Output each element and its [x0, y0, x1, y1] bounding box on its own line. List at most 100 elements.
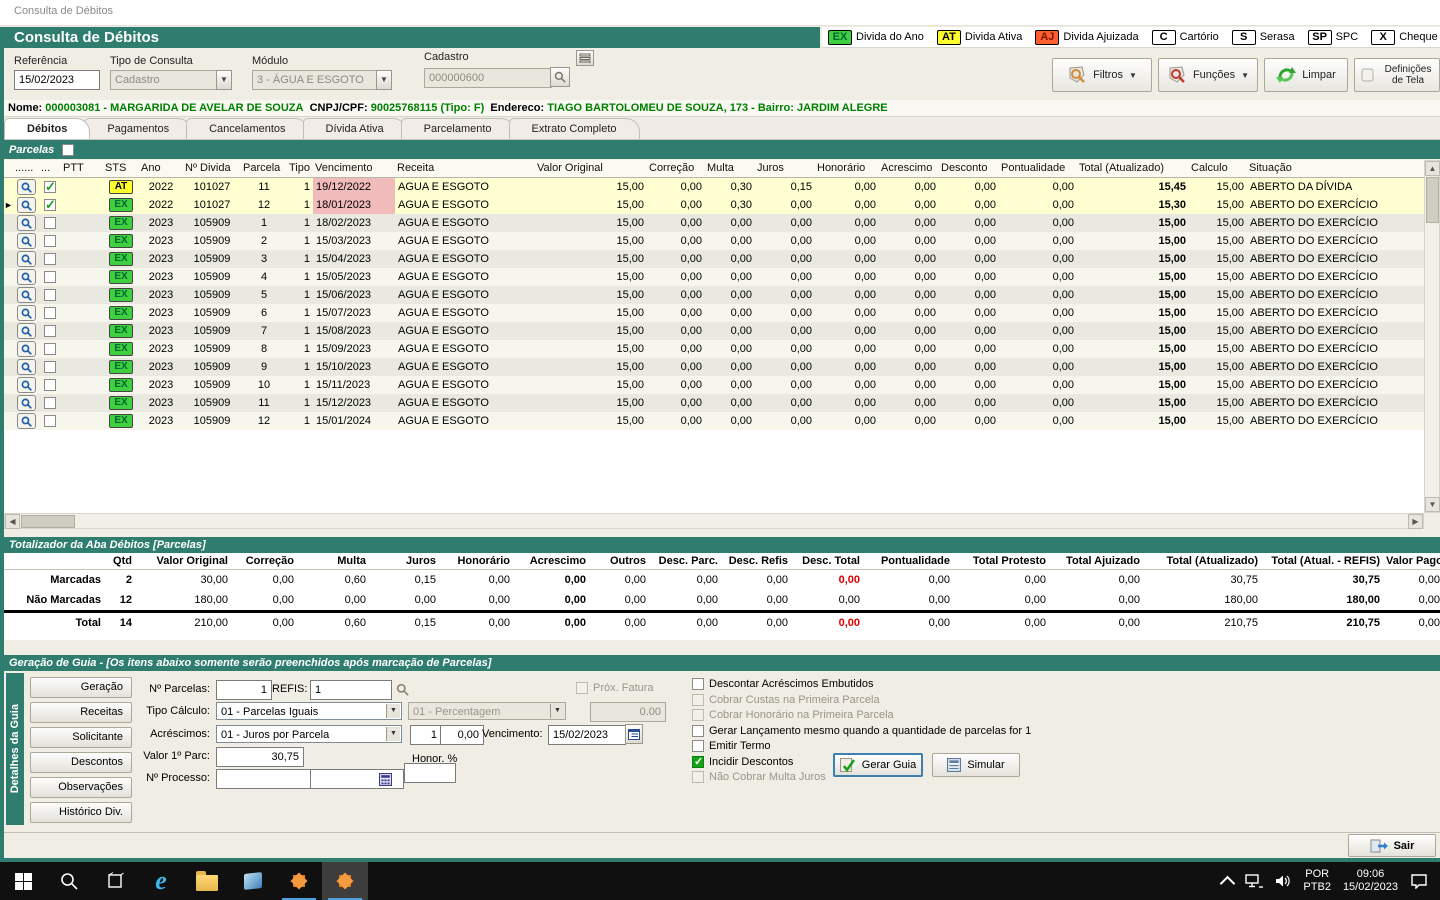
table-row[interactable]: AT202210102711119/12/2022AGUA E ESGOTO15… — [4, 178, 1424, 196]
row-magnifier-icon[interactable] — [13, 376, 39, 394]
row-checkbox-cell[interactable] — [39, 340, 61, 358]
column-header-ano[interactable]: Ano — [139, 160, 183, 177]
row-checkbox-cell[interactable] — [39, 304, 61, 322]
guia-check-4[interactable]: Emitir Termo — [692, 740, 771, 752]
row-checkbox[interactable] — [44, 415, 56, 427]
row-checkbox[interactable] — [44, 397, 56, 409]
valor-parc-input[interactable]: 30,75 — [216, 747, 304, 767]
row-magnifier-icon[interactable] — [13, 214, 39, 232]
row-checkbox[interactable] — [44, 379, 56, 391]
row-checkbox-cell[interactable] — [39, 376, 61, 394]
referencia-input[interactable]: 15/02/2023 — [14, 70, 100, 90]
tab-4[interactable]: Parcelamento — [400, 118, 515, 139]
table-row[interactable]: EX 2023 105909 9 1 15/10/2023 AGUA E ESGOTO 15,… — [4, 358, 1424, 376]
horizontal-scroll-thumb[interactable] — [21, 515, 75, 528]
row-checkbox-cell[interactable] — [39, 196, 61, 214]
column-header-corr[interactable]: Correção — [647, 160, 705, 177]
scroll-left-icon[interactable]: ◀ — [5, 514, 20, 529]
column-header-acresc[interactable]: Acrescimo — [879, 160, 939, 177]
row-checkbox-cell[interactable] — [39, 232, 61, 250]
column-header-sts[interactable]: STS — [103, 160, 139, 177]
row-magnifier-icon[interactable] — [13, 394, 39, 412]
checkbox[interactable] — [692, 755, 704, 768]
app-blue-button[interactable] — [230, 862, 276, 900]
table-row[interactable]: ► EX 2022 101027 12 118/01/2023AGUA E ESGOTO 1… — [4, 196, 1424, 214]
column-header-venc[interactable]: Vencimento — [313, 160, 395, 177]
row-magnifier-icon[interactable] — [13, 340, 39, 358]
row-magnifier-icon[interactable] — [13, 196, 39, 214]
row-magnifier-icon[interactable] — [13, 232, 39, 250]
row-checkbox-cell[interactable] — [39, 178, 61, 196]
tray-chevron-up-icon[interactable] — [1220, 875, 1236, 891]
limpar-button[interactable]: Limpar — [1264, 58, 1348, 92]
start-button[interactable] — [0, 862, 46, 900]
row-checkbox-cell[interactable] — [39, 286, 61, 304]
tab-5[interactable]: Extrato Completo — [508, 118, 640, 139]
n-parcelas-input[interactable]: 1 — [216, 680, 272, 700]
row-checkbox[interactable] — [44, 253, 56, 265]
row-checkbox-cell[interactable] — [39, 358, 61, 376]
table-row[interactable]: EX 2023 105909 6 1 15/07/2023 AGUA E ESGOTO 15,… — [4, 304, 1424, 322]
row-checkbox[interactable] — [44, 179, 56, 195]
table-row[interactable]: EX 2023 105909 5 1 15/06/2023 AGUA E ESGOTO 15,… — [4, 286, 1424, 304]
parcelas-select-all-checkbox[interactable] — [62, 143, 75, 156]
row-checkbox[interactable] — [44, 217, 56, 229]
vertical-scrollbar[interactable]: ▲ ▼ — [1424, 160, 1440, 513]
table-row[interactable]: EX 2023 105909 11 1 15/12/2023 AGUA E ESGOTO 15… — [4, 394, 1424, 412]
checkbox[interactable] — [692, 678, 704, 690]
row-magnifier-icon[interactable] — [13, 304, 39, 322]
table-row[interactable]: EX 2023 105909 7 1 15/08/2023 AGUA E ESGOTO 15,… — [4, 322, 1424, 340]
guia-nav-2[interactable]: Solicitante — [30, 727, 132, 748]
simular-button[interactable]: Simular — [932, 753, 1020, 777]
row-checkbox[interactable] — [44, 307, 56, 319]
guia-check-5[interactable]: Incidir Descontos — [692, 755, 793, 768]
internet-explorer-button[interactable]: e — [138, 862, 184, 900]
column-header-chk[interactable]: ... — [39, 160, 61, 177]
row-magnifier-icon[interactable] — [13, 250, 39, 268]
guia-check-0[interactable]: Descontar Acréscimos Embutidos — [692, 678, 873, 690]
column-header-total[interactable]: Total (Atualizado) — [1077, 160, 1189, 177]
table-row[interactable]: EX 2023 105909 3 1 15/04/2023 AGUA E ESGOTO 15,… — [4, 250, 1424, 268]
checkbox[interactable] — [692, 740, 704, 752]
row-magnifier-icon[interactable] — [13, 412, 39, 430]
table-row[interactable]: EX 2023 105909 1 1 18/02/2023 AGUA E ESGOTO 15,… — [4, 214, 1424, 232]
tray-language[interactable]: POR PTB2 — [1303, 868, 1331, 894]
column-header-mag[interactable]: ...... — [13, 160, 39, 177]
sair-button[interactable]: Sair — [1348, 834, 1436, 857]
cadastro-search-button[interactable] — [550, 67, 570, 87]
guia-nav-1[interactable]: Receitas — [30, 702, 132, 723]
filtros-button[interactable]: Filtros ▼ — [1052, 58, 1152, 92]
column-header-sit[interactable]: Situação — [1247, 160, 1405, 177]
vencimento-input[interactable]: 15/02/2023 — [548, 725, 626, 745]
row-magnifier-icon[interactable] — [13, 268, 39, 286]
column-header-receita[interactable]: Receita — [395, 160, 535, 177]
column-header-pont[interactable]: Pontualidade — [999, 160, 1077, 177]
column-header-parcela[interactable]: Parcela — [241, 160, 287, 177]
acrescimos-valor-input[interactable]: 0,00 — [440, 725, 484, 745]
row-checkbox[interactable] — [44, 361, 56, 373]
notification-icon[interactable] — [1410, 873, 1428, 889]
definicoes-tela-button[interactable]: Definições de Tela — [1354, 58, 1440, 92]
row-checkbox[interactable] — [44, 235, 56, 247]
row-checkbox-cell[interactable] — [39, 412, 61, 430]
column-header-tipo[interactable]: Tipo — [287, 160, 313, 177]
row-checkbox-cell[interactable] — [39, 250, 61, 268]
tray-clock[interactable]: 09:06 15/02/2023 — [1343, 868, 1398, 894]
guia-nav-5[interactable]: Histórico Div. — [30, 802, 132, 823]
row-checkbox[interactable] — [44, 343, 56, 355]
refis-input[interactable]: 1 — [310, 680, 392, 700]
horizontal-scrollbar[interactable]: ◀ ▶ — [4, 513, 1424, 529]
refis-search-button[interactable] — [392, 679, 412, 699]
vertical-scroll-thumb[interactable] — [1426, 177, 1439, 223]
column-header-calc[interactable]: Calculo — [1189, 160, 1247, 177]
app-orange-2-button[interactable] — [322, 862, 368, 900]
processo-calc-button[interactable] — [376, 770, 394, 788]
honor-input[interactable] — [404, 763, 456, 783]
checkbox[interactable] — [692, 724, 704, 737]
row-checkbox-cell[interactable] — [39, 268, 61, 286]
vencimento-calendar-button[interactable] — [625, 724, 643, 744]
table-row[interactable]: EX 2023 105909 12 1 15/01/2024 AGUA E ESGOTO 15… — [4, 412, 1424, 430]
column-header-divida[interactable]: Nº Divida — [183, 160, 241, 177]
table-row[interactable]: EX 2023 105909 8 1 15/09/2023 AGUA E ESGOTO 15,… — [4, 340, 1424, 358]
scroll-down-icon[interactable]: ▼ — [1425, 497, 1440, 512]
